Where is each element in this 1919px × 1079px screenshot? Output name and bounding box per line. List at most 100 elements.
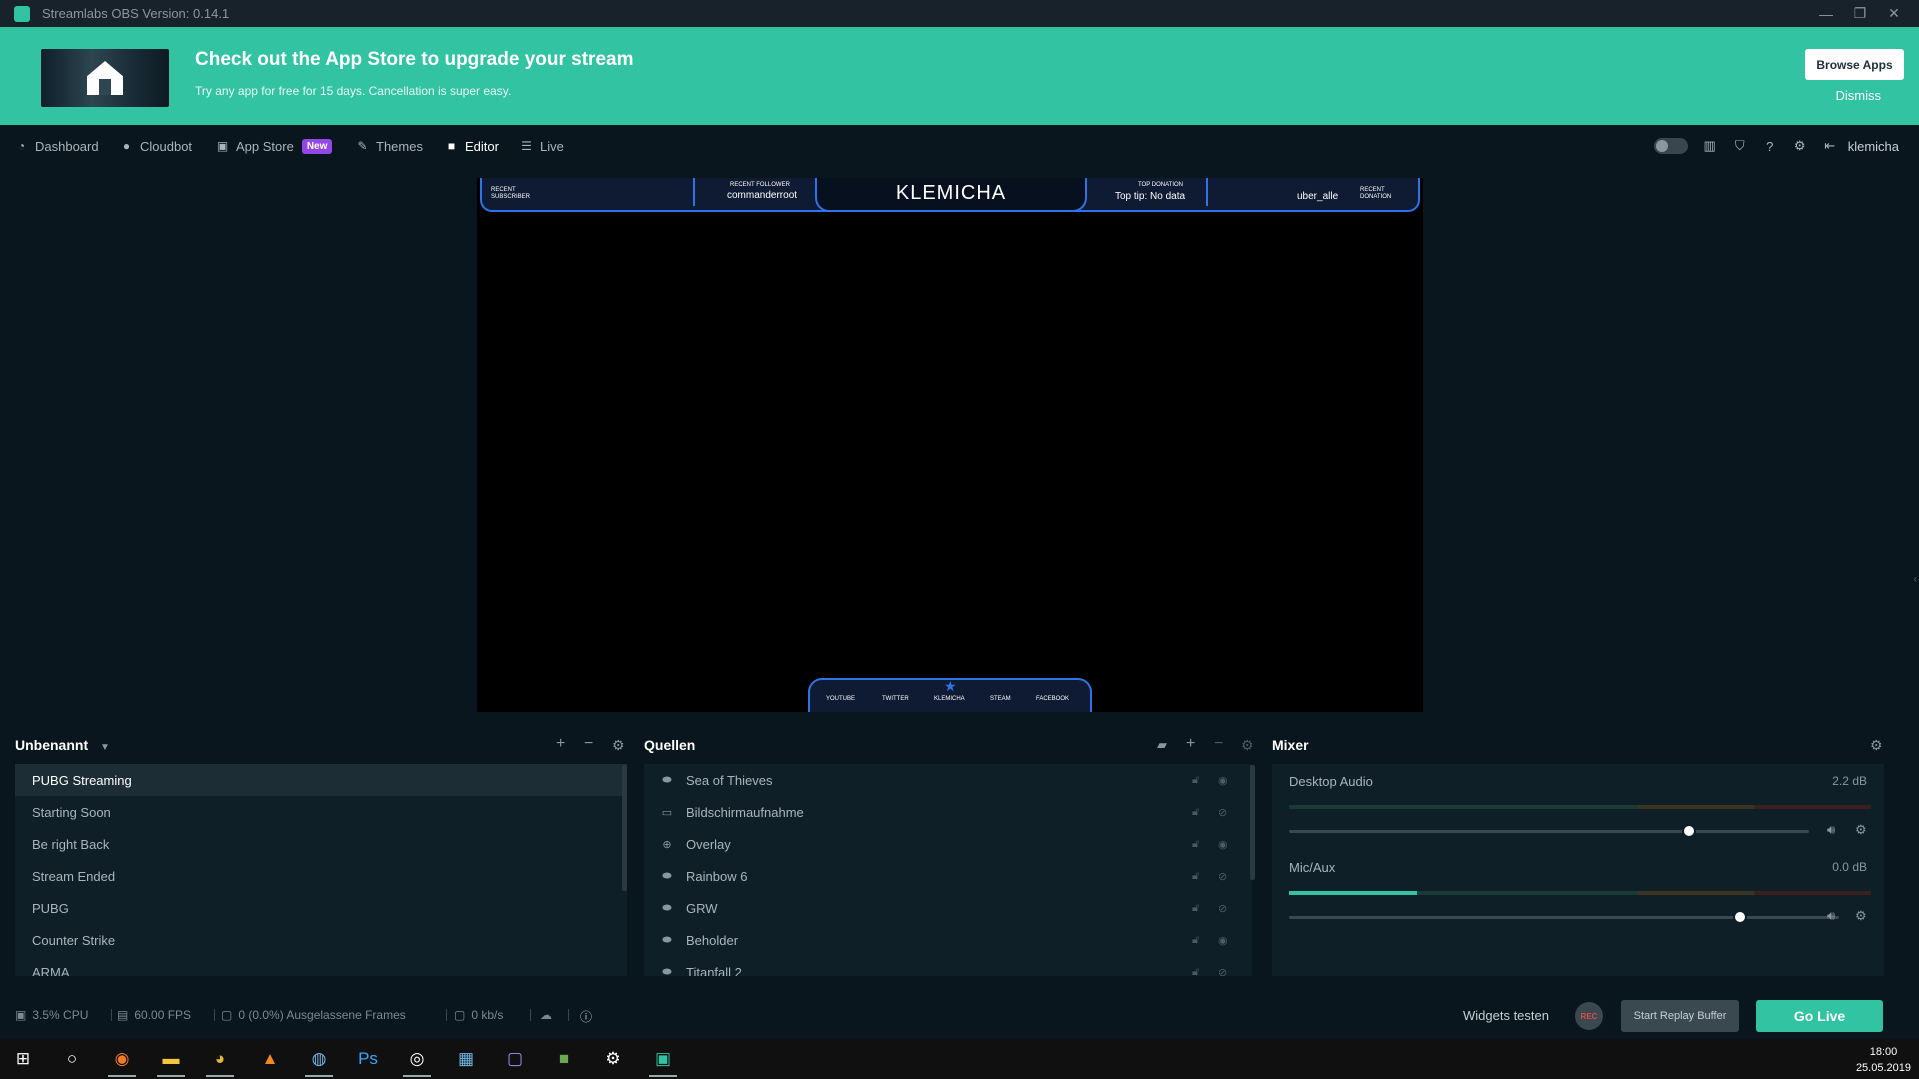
remove-scene-button[interactable]: −: [584, 735, 593, 753]
scene-item[interactable]: Stream Ended: [15, 860, 627, 892]
scene-collection-selector[interactable]: Unbenannt ▼: [15, 737, 110, 753]
source-item[interactable]: ⬬ Titanfall 2 🔓︎ ⊘: [644, 956, 1252, 977]
nav-live[interactable]: ☰ Live: [520, 139, 564, 154]
lock-icon[interactable]: 🔓︎: [1192, 870, 1199, 883]
channel-name: Desktop Audio: [1289, 774, 1373, 789]
studio-mode-icon[interactable]: ▥: [1702, 138, 1718, 154]
volume-slider[interactable]: [1289, 910, 1839, 924]
fps-value: 60.00 FPS: [134, 1008, 192, 1022]
source-item[interactable]: ⊕ Overlay 🔓︎ ◉: [644, 828, 1252, 860]
nav-cloudbot[interactable]: ● Cloudbot: [120, 139, 192, 154]
lock-icon[interactable]: 🔓︎: [1192, 934, 1199, 947]
status-bar: ▣ 3.5% CPU ▤ 60.00 FPS ▢ 0 (0.0%) Ausgelass…: [0, 992, 1919, 1038]
source-settings-icon[interactable]: ⚙: [1241, 737, 1254, 754]
night-mode-toggle[interactable]: [1653, 138, 1688, 154]
scene-item[interactable]: Be right Back: [15, 828, 627, 860]
speaker-icon[interactable]: 🔊︎: [1827, 908, 1835, 924]
info-icon[interactable]: ⓘ: [580, 1008, 592, 1025]
go-live-button[interactable]: Go Live: [1756, 1000, 1883, 1032]
vlc-icon[interactable]: ▲: [250, 1043, 290, 1075]
replay-buffer-button[interactable]: Start Replay Buffer: [1621, 1000, 1739, 1032]
scene-item[interactable]: Starting Soon: [15, 796, 627, 828]
settings-icon[interactable]: ⚙: [593, 1043, 633, 1075]
eye-slash-icon[interactable]: ⊘: [1218, 870, 1227, 883]
source-item[interactable]: ⬬ Sea of Thieves 🔓︎ ◉: [644, 764, 1252, 796]
bitrate-icon: ▢: [454, 1008, 466, 1022]
teamspeak-icon[interactable]: ◍: [299, 1043, 339, 1077]
add-scene-button[interactable]: +: [556, 735, 565, 753]
username[interactable]: klemicha: [1848, 139, 1899, 154]
shield-icon[interactable]: ⛉: [1732, 138, 1748, 154]
browse-apps-button[interactable]: Browse Apps: [1805, 49, 1904, 80]
eye-slash-icon[interactable]: ⊘: [1218, 902, 1227, 915]
mixer-settings-icon[interactable]: ⚙: [1870, 737, 1883, 754]
remove-source-button[interactable]: −: [1214, 735, 1223, 753]
chrome-icon[interactable]: ◕: [200, 1043, 240, 1077]
scene-item[interactable]: PUBG Streaming: [15, 764, 627, 796]
eye-slash-icon[interactable]: ⊘: [1218, 806, 1227, 819]
maximize-button[interactable]: ❐: [1843, 0, 1877, 27]
steam-icon[interactable]: ◎: [397, 1043, 437, 1077]
speaker-icon[interactable]: 🔊︎: [1827, 822, 1835, 838]
source-item[interactable]: ⬬ GRW 🔓︎ ⊘: [644, 892, 1252, 924]
source-item[interactable]: ⬬ Beholder 🔓︎ ◉: [644, 924, 1252, 956]
gear-icon[interactable]: ⚙: [1855, 908, 1867, 924]
stream-preview[interactable]: RECENT SUBSCRIBER RECENT FOLLOWER comman…: [477, 178, 1423, 712]
lock-icon[interactable]: 🔓︎: [1192, 838, 1199, 851]
lock-icon[interactable]: 🔓︎: [1192, 966, 1199, 977]
channel-name: KLEMICHA: [895, 182, 1007, 204]
nav-dashboard[interactable]: ◔ Dashboard: [15, 139, 99, 154]
lock-icon[interactable]: 🔓︎: [1192, 902, 1199, 915]
add-folder-icon[interactable]: ▰: [1157, 737, 1167, 753]
nav-themes[interactable]: ✎ Themes: [356, 139, 423, 154]
dismiss-link[interactable]: Dismiss: [1836, 88, 1882, 103]
window-title: Streamlabs OBS Version: 0.14.1: [42, 6, 230, 21]
windows-start-icon[interactable]: ⊞: [3, 1043, 43, 1075]
source-item[interactable]: ▭ Bildschirmaufnahme 🔓︎ ⊘: [644, 796, 1252, 828]
collapse-arrow-icon[interactable]: ‹: [1914, 574, 1917, 585]
minimize-button[interactable]: —: [1809, 0, 1843, 27]
slider-knob[interactable]: [1682, 824, 1697, 838]
overlay-bottom-bar: ★ YOUTUBE TWITTER KLEMICHA STEAM FACEBOO…: [808, 678, 1092, 712]
cpu-value: 3.5% CPU: [32, 1008, 89, 1022]
close-button[interactable]: ✕: [1877, 0, 1911, 27]
volume-slider[interactable]: [1289, 824, 1809, 838]
eye-icon[interactable]: ◉: [1218, 774, 1228, 787]
eye-slash-icon[interactable]: ⊘: [1218, 966, 1227, 977]
help-icon[interactable]: ?: [1762, 139, 1778, 154]
widgets-test-button[interactable]: Widgets testen: [1463, 1008, 1549, 1023]
nav-editor[interactable]: ■ Editor: [445, 139, 499, 154]
scene-settings-icon[interactable]: ⚙: [612, 737, 625, 754]
source-item[interactable]: ⬬ Rainbow 6 🔓︎ ⊘: [644, 860, 1252, 892]
lock-icon[interactable]: 🔓︎: [1192, 774, 1199, 787]
scenes-scrollbar[interactable]: [622, 765, 627, 891]
minecraft-icon[interactable]: ■: [544, 1043, 584, 1075]
system-clock[interactable]: 18:00 25.05.2019: [1856, 1044, 1911, 1076]
app-icon[interactable]: ▦: [446, 1043, 486, 1075]
social-youtube: YOUTUBE: [826, 696, 856, 702]
file-explorer-icon[interactable]: ▬: [151, 1043, 191, 1077]
scene-item[interactable]: Counter Strike: [15, 924, 627, 956]
photoshop-icon[interactable]: Ps: [348, 1043, 388, 1075]
scene-item[interactable]: PUBG: [15, 892, 627, 924]
nav-app-store[interactable]: ▣ App Store New: [216, 139, 333, 154]
cloudbot-icon: ●: [122, 139, 131, 153]
settings-gear-icon[interactable]: ⚙: [1792, 138, 1808, 154]
mixer-panel: Desktop Audio 2.2 dB 🔊︎ ⚙ Mic/Aux 0.0 dB…: [1272, 764, 1884, 976]
record-button[interactable]: REC: [1575, 1002, 1603, 1030]
add-source-button[interactable]: +: [1186, 735, 1195, 753]
sources-scrollbar[interactable]: [1250, 765, 1255, 880]
eye-icon[interactable]: ◉: [1218, 934, 1228, 947]
gear-icon[interactable]: ⚙: [1855, 822, 1867, 838]
firefox-icon[interactable]: ◉: [102, 1043, 142, 1077]
slider-knob[interactable]: [1733, 910, 1747, 924]
scene-item[interactable]: ARMA: [15, 956, 627, 977]
eye-icon[interactable]: ◉: [1218, 838, 1228, 851]
logout-icon[interactable]: ⇤: [1822, 138, 1838, 154]
twitch-icon[interactable]: ▢: [495, 1043, 535, 1075]
game-capture-icon: ⬬: [662, 773, 672, 786]
lock-icon[interactable]: 🔓︎: [1192, 806, 1199, 819]
cloud-icon[interactable]: ☁: [540, 1008, 552, 1022]
search-icon[interactable]: ○: [52, 1043, 92, 1075]
streamlabs-icon[interactable]: ▣: [643, 1043, 683, 1077]
